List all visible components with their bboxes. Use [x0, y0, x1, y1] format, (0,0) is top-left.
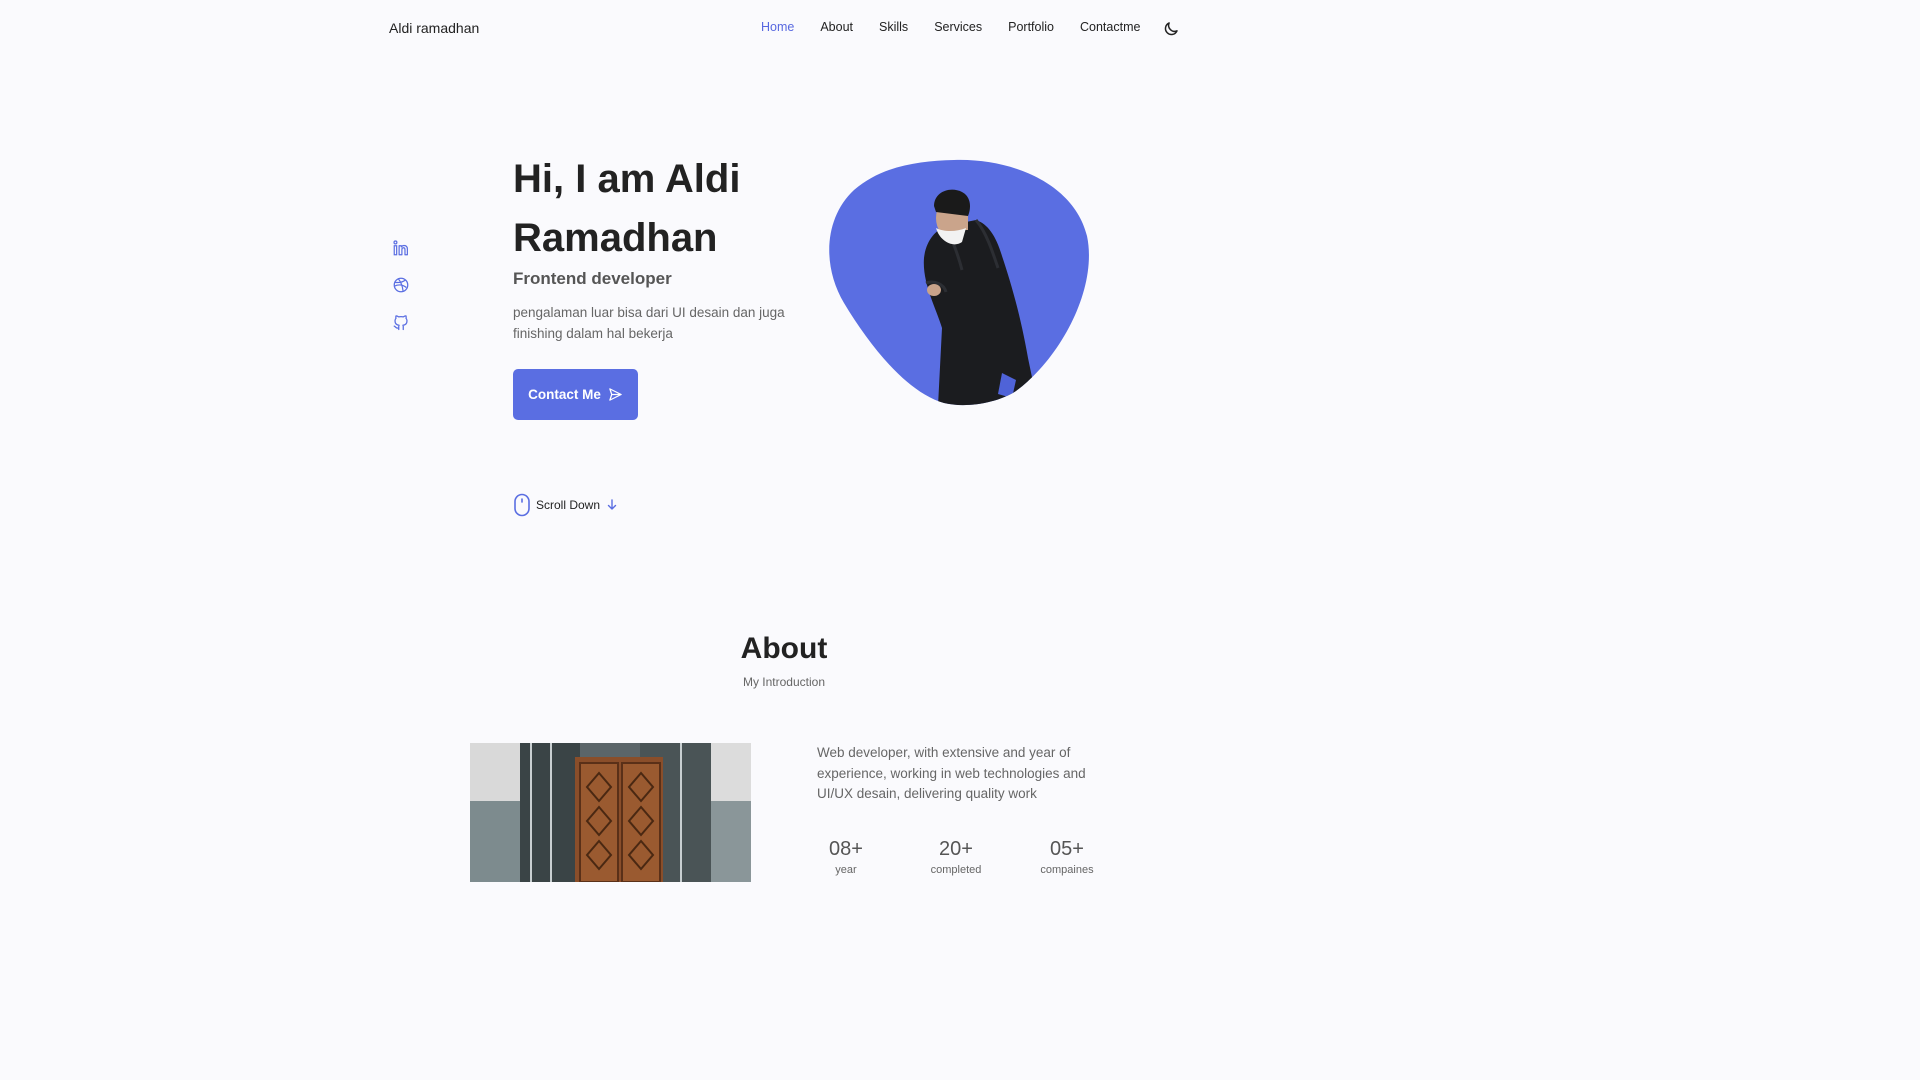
profile-image: [826, 158, 1090, 406]
contact-me-button[interactable]: Contact Me: [513, 369, 638, 420]
send-icon: [609, 388, 622, 401]
main-nav: Home About Skills Services Portfolio Con…: [761, 20, 1166, 34]
about-title: About: [740, 632, 828, 665]
theme-toggle-button[interactable]: [1162, 20, 1180, 38]
scroll-down-label: Scroll Down: [536, 498, 601, 512]
github-icon: [393, 315, 408, 331]
nav-portfolio[interactable]: Portfolio: [1008, 20, 1054, 34]
contact-me-label: Contact Me: [528, 387, 601, 402]
page: Aldi ramadhan Home About Skills Services…: [0, 0, 1568, 882]
mouse-icon: [514, 493, 530, 517]
moon-icon: [1164, 22, 1178, 36]
about-image: [470, 743, 751, 882]
nav-contactme[interactable]: Contactme: [1080, 20, 1140, 34]
nav-home[interactable]: Home: [761, 20, 794, 34]
stat-value: 20+: [939, 838, 973, 860]
stat-years: 08+ year: [801, 838, 891, 876]
nav-about[interactable]: About: [820, 20, 853, 34]
hero-title: Hi, I am Aldi Ramadhan: [513, 157, 741, 260]
about-subtitle: My Introduction: [742, 675, 826, 689]
brand-logo[interactable]: Aldi ramadhan: [389, 20, 479, 36]
about-description: Web developer, with extensive and year o…: [817, 745, 1086, 801]
dribbble-link[interactable]: [392, 276, 410, 294]
nav-skills[interactable]: Skills: [879, 20, 908, 34]
stat-companies: 05+ compaines: [1022, 838, 1112, 876]
stat-value: 08+: [829, 838, 863, 860]
linkedin-link[interactable]: [392, 239, 410, 257]
github-link[interactable]: [392, 313, 410, 331]
stat-value: 05+: [1050, 838, 1084, 860]
stat-label: compaines: [1040, 864, 1094, 876]
hero-description: pengalaman luar bisa dari UI desain dan …: [513, 305, 785, 341]
stat-completed: 20+ completed: [911, 838, 1001, 876]
arrow-down-icon: [607, 499, 617, 510]
linkedin-icon: [393, 240, 408, 256]
dribbble-icon: [393, 277, 409, 293]
hero-subtitle: Frontend developer: [513, 269, 672, 288]
scroll-down-button[interactable]: Scroll Down: [513, 493, 618, 517]
stat-label: completed: [930, 864, 982, 876]
nav-services[interactable]: Services: [934, 20, 982, 34]
stat-label: year: [835, 864, 857, 876]
